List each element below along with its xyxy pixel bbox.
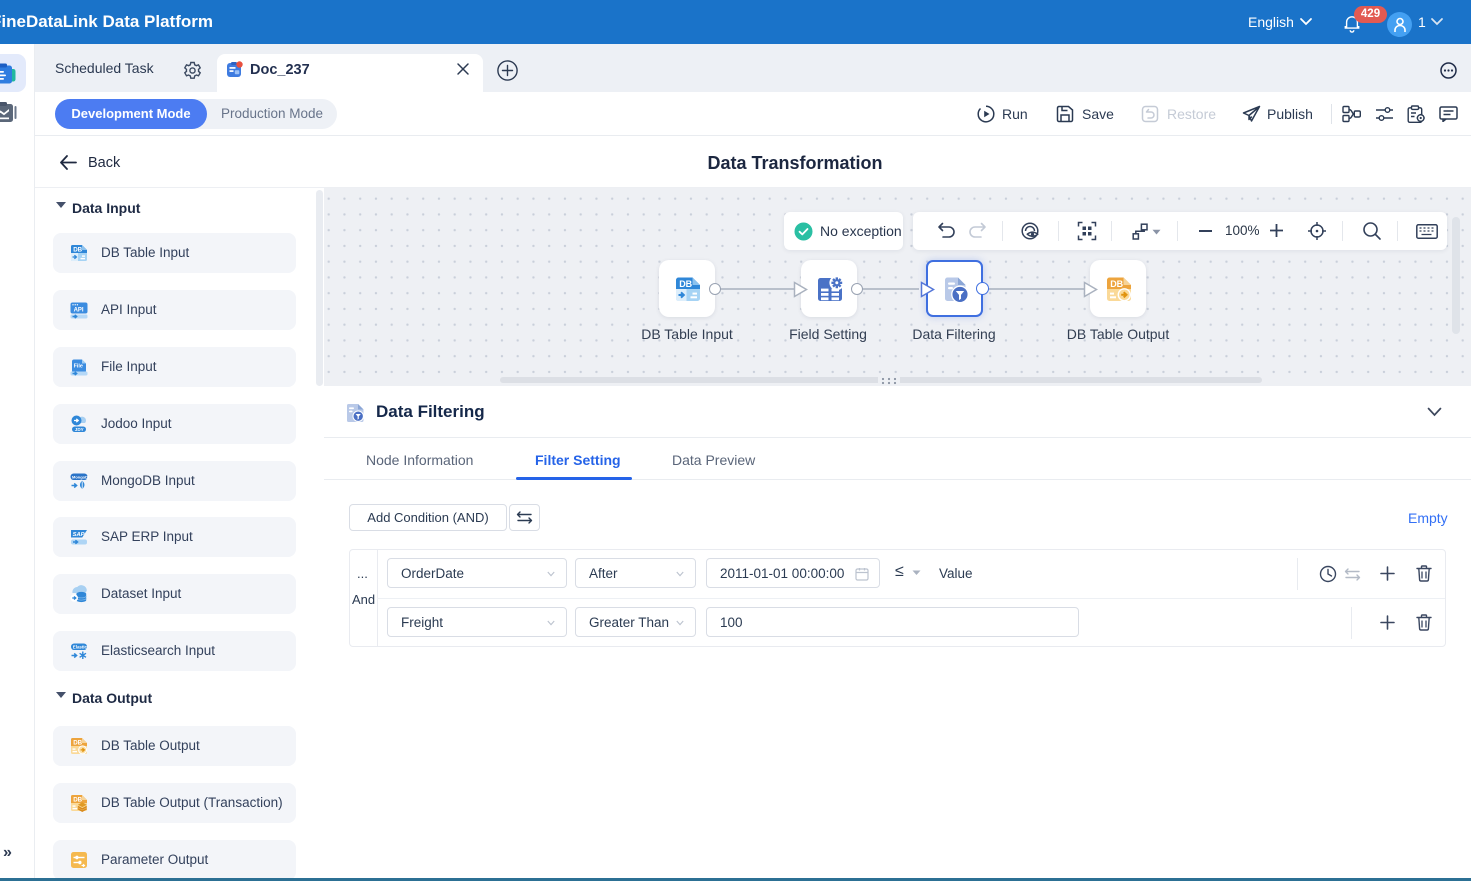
svg-text:SAP: SAP xyxy=(73,532,85,538)
svg-text:DB: DB xyxy=(73,247,82,254)
svg-text:DB: DB xyxy=(679,279,692,289)
svg-text:DB: DB xyxy=(1110,279,1123,289)
svg-text:MongoDB: MongoDB xyxy=(72,474,89,479)
svg-text:JDY: JDY xyxy=(75,427,84,432)
svg-text:API: API xyxy=(74,308,84,314)
svg-text:DB: DB xyxy=(73,797,82,804)
svg-text:Elastic: Elastic xyxy=(73,644,88,649)
svg-text:File: File xyxy=(74,364,83,370)
